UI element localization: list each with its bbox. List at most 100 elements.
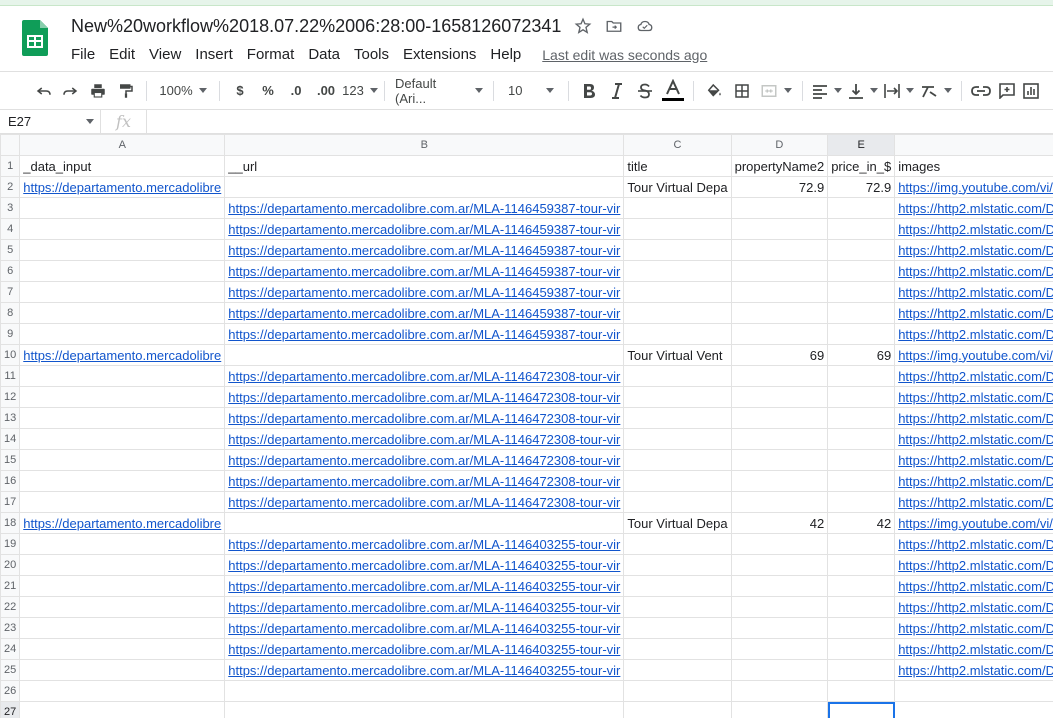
cell-c[interactable] [623,449,732,471]
text-wrapping-icon[interactable] [881,77,917,105]
cell-d[interactable]: propertyName2 [730,155,829,177]
cell-link[interactable]: https://departamento.mercadolibre [23,348,221,363]
zoom-select[interactable]: 100% [153,77,213,105]
cell-e[interactable] [827,491,896,513]
cell-c[interactable]: title [623,155,732,177]
undo-icon[interactable] [32,77,56,105]
name-box[interactable]: E27 [0,110,101,133]
insert-link-icon[interactable] [968,77,994,105]
cell-link[interactable]: https://departamento.mercadolibre.com.ar… [228,474,620,489]
cell-f[interactable]: https://http2.mlstatic.com/D_Q_NP_691712… [894,407,1053,429]
cell-b[interactable]: https://departamento.mercadolibre.com.ar… [224,281,625,303]
cell-b[interactable]: https://departamento.mercadolibre.com.ar… [224,260,625,282]
cell-link[interactable]: https://http2.mlstatic.com/D_Q_NP_692638… [898,663,1053,678]
cell-d[interactable]: 42 [730,512,829,534]
row-header[interactable]: 6 [0,260,21,282]
cell-a[interactable] [19,197,226,219]
cell-link[interactable]: https://http2.mlstatic.com/D_Q_NP_789347… [898,222,1053,237]
row-header[interactable]: 26 [0,680,21,702]
cell-link[interactable]: https://departamento.mercadolibre.com.ar… [228,453,620,468]
cell-b[interactable]: https://departamento.mercadolibre.com.ar… [224,428,625,450]
cell-link[interactable]: https://departamento.mercadolibre.com.ar… [228,201,620,216]
menu-view[interactable]: View [142,44,188,65]
row-header[interactable]: 5 [0,239,21,261]
row-header[interactable]: 3 [0,197,21,219]
currency-format-button[interactable]: $ [226,77,254,105]
cell-link[interactable]: https://departamento.mercadolibre.com.ar… [228,264,620,279]
cell-c[interactable] [623,533,732,555]
cell-b[interactable]: https://departamento.mercadolibre.com.ar… [224,533,625,555]
cell-link[interactable]: https://http2.mlstatic.com/D_Q_NP_998569… [898,243,1053,258]
column-header[interactable]: B [224,134,625,156]
chevron-down-icon[interactable] [86,119,94,124]
cell-f[interactable]: https://http2.mlstatic.com/D_Q_NP_635534… [894,554,1053,576]
row-header[interactable]: 14 [0,428,21,450]
sheets-logo-icon[interactable] [22,20,48,56]
cell-c[interactable] [623,470,732,492]
cell-f[interactable]: https://http2.mlstatic.com/D_Q_NP_836064… [894,449,1053,471]
menu-edit[interactable]: Edit [102,44,142,65]
insert-chart-icon[interactable] [1020,77,1042,105]
cell-c[interactable] [623,323,732,345]
column-header[interactable]: A [19,134,226,156]
cell-b[interactable]: https://departamento.mercadolibre.com.ar… [224,491,625,513]
cell-b[interactable]: https://departamento.mercadolibre.com.ar… [224,197,625,219]
cell-b[interactable]: https://departamento.mercadolibre.com.ar… [224,470,625,492]
cell-d[interactable] [730,638,829,660]
cell-e[interactable] [827,281,896,303]
cell-link[interactable]: https://http2.mlstatic.com/D_Q_NP_784744… [898,621,1053,636]
row-header[interactable]: 22 [0,596,21,618]
row-header[interactable]: 19 [0,533,21,555]
cell-e[interactable] [827,470,896,492]
cell-f[interactable]: https://http2.mlstatic.com/D_Q_NP_631173… [894,302,1053,324]
cell-c[interactable]: Tour Virtual Vent [623,344,732,366]
row-header[interactable]: 13 [0,407,21,429]
cell-f[interactable]: https://http2.mlstatic.com/D_Q_NP_972295… [894,260,1053,282]
cell-b[interactable]: https://departamento.mercadolibre.com.ar… [224,218,625,240]
cell-e[interactable] [827,596,896,618]
cell-a[interactable] [19,218,226,240]
cell-e[interactable] [827,659,896,681]
row-header[interactable]: 23 [0,617,21,639]
cell-a[interactable] [19,491,226,513]
cell-link[interactable]: https://departamento.mercadolibre.com.ar… [228,327,620,342]
cell-a[interactable]: https://departamento.mercadolibre [19,344,226,366]
cell-b[interactable]: https://departamento.mercadolibre.com.ar… [224,407,625,429]
cell-c[interactable] [623,197,732,219]
cell-link[interactable]: https://http2.mlstatic.com/D_Q_NP_885469… [898,537,1053,552]
cell-c[interactable] [623,218,732,240]
cell-f[interactable]: images [894,155,1053,177]
cell-b[interactable]: https://departamento.mercadolibre.com.ar… [224,554,625,576]
last-edit-link[interactable]: Last edit was seconds ago [542,47,707,63]
cell-e[interactable] [827,554,896,576]
cell-link[interactable]: https://departamento.mercadolibre.com.ar… [228,663,620,678]
menu-help[interactable]: Help [483,44,528,65]
cell-e[interactable] [827,302,896,324]
cell-b[interactable]: https://departamento.mercadolibre.com.ar… [224,596,625,618]
menu-format[interactable]: Format [240,44,302,65]
row-header[interactable]: 8 [0,302,21,324]
vertical-align-icon[interactable] [845,77,881,105]
cell-link[interactable]: https://departamento.mercadolibre.com.ar… [228,411,620,426]
cell-d[interactable] [730,575,829,597]
cell-c[interactable] [623,239,732,261]
cell-f[interactable]: https://http2.mlstatic.com/D_Q_NP_789347… [894,218,1053,240]
menu-tools[interactable]: Tools [347,44,396,65]
cell-f[interactable]: https://http2.mlstatic.com/D_Q_NP_800669… [894,596,1053,618]
cell-e[interactable] [827,617,896,639]
cell-e[interactable] [827,239,896,261]
cell-link[interactable]: https://img.youtube.com/vi/PpWs-mpIEnQ/h… [898,348,1053,363]
cell-a[interactable]: https://departamento.mercadolibre [19,176,226,198]
merge-cells-icon[interactable] [756,77,796,105]
borders-icon[interactable] [728,77,756,105]
cell-link[interactable]: https://departamento.mercadolibre.com.ar… [228,600,620,615]
cell-link[interactable]: https://departamento.mercadolibre.com.ar… [228,579,620,594]
cell-e[interactable] [827,575,896,597]
text-color-icon[interactable] [659,77,687,105]
cell-a[interactable] [19,239,226,261]
cell-e[interactable] [827,680,896,702]
cell-link[interactable]: https://departamento.mercadolibre.com.ar… [228,390,620,405]
cell-d[interactable] [730,323,829,345]
text-rotation-icon[interactable] [917,77,955,105]
cell-link[interactable]: https://http2.mlstatic.com/D_Q_NP_800669… [898,600,1053,615]
